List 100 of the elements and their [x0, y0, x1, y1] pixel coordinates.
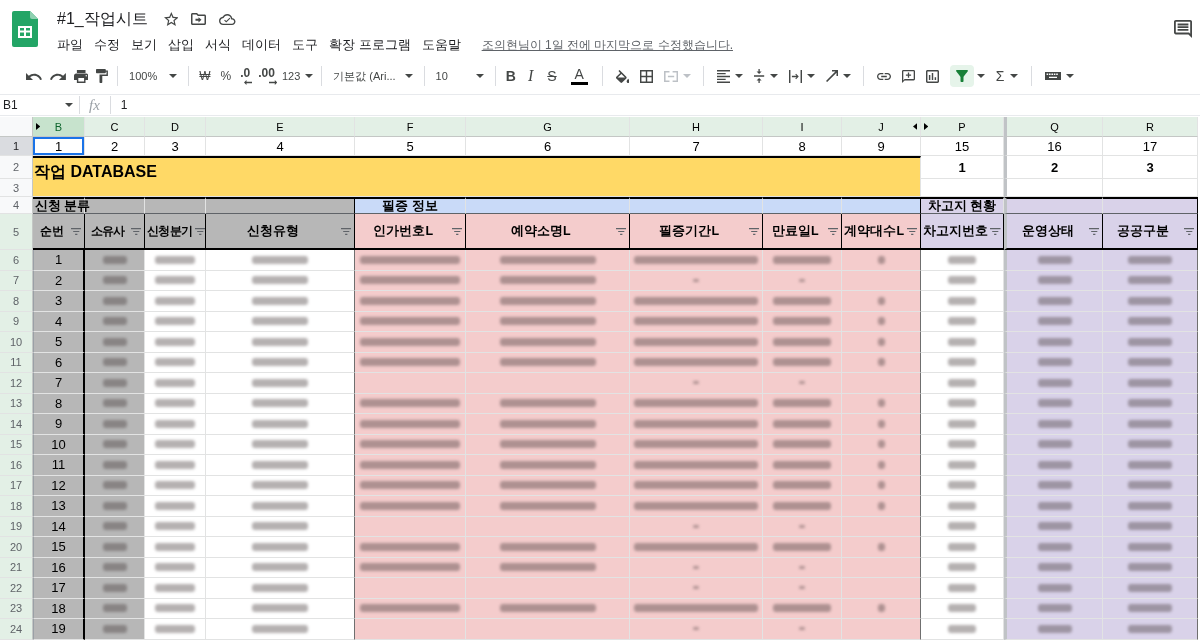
column-header[interactable]: J — [842, 117, 921, 137]
row-header[interactable]: 16 — [0, 455, 33, 476]
column-header[interactable]: H — [630, 117, 763, 137]
column-header[interactable]: Q — [1004, 117, 1103, 137]
blurred-text — [155, 460, 195, 469]
caret-icon[interactable] — [976, 74, 985, 78]
menu-item[interactable]: 파일 — [53, 34, 87, 56]
menu-item[interactable]: 보기 — [127, 34, 161, 56]
row-header[interactable]: 17 — [0, 475, 33, 496]
comment-icon[interactable] — [1174, 20, 1192, 38]
caret-icon[interactable] — [169, 74, 178, 78]
row-header[interactable]: 15 — [0, 434, 33, 455]
spreadsheet-logo-icon[interactable] — [12, 11, 38, 47]
undo-icon[interactable] — [26, 72, 42, 80]
row-header[interactable]: 14 — [0, 414, 33, 435]
row-header[interactable]: 3 — [0, 179, 33, 197]
column-header[interactable]: F — [355, 117, 466, 137]
cell-reference-field[interactable]: B1 — [0, 96, 80, 114]
row-header[interactable]: 2 — [0, 156, 33, 179]
redo-icon[interactable] — [49, 72, 66, 80]
caret-icon[interactable] — [65, 103, 73, 107]
column-header[interactable]: C — [85, 117, 145, 137]
column-header[interactable]: E — [206, 117, 355, 137]
row-header[interactable]: 24 — [0, 619, 33, 640]
menu-item[interactable]: 수정 — [90, 34, 124, 56]
grid-icon[interactable] — [640, 69, 654, 83]
row-header[interactable]: 20 — [0, 537, 33, 558]
caret-right-icon[interactable] — [35, 123, 41, 130]
caret-icon[interactable] — [475, 74, 484, 78]
font-dropdown[interactable]: 기본값 (Ari... — [327, 64, 419, 88]
caret-right-icon[interactable] — [923, 123, 929, 130]
column-header[interactable]: P — [921, 117, 1004, 137]
menu-item[interactable]: 삽입 — [164, 34, 198, 56]
text-wrap-icon[interactable] — [788, 69, 802, 83]
filter-button[interactable] — [949, 65, 974, 87]
row-header[interactable]: 11 — [0, 352, 33, 373]
column-header[interactable]: I — [763, 117, 842, 137]
caret-icon[interactable] — [842, 74, 851, 78]
caret-icon[interactable] — [735, 74, 744, 78]
column-header[interactable]: B — [33, 117, 85, 137]
row-header[interactable]: 19 — [0, 516, 33, 537]
number-format-dropdown[interactable]: 123 — [278, 64, 317, 88]
keyboard-icon[interactable] — [1045, 72, 1062, 80]
row-header[interactable]: 21 — [0, 557, 33, 578]
row-header[interactable]: 5 — [0, 214, 33, 250]
add-comment-icon[interactable] — [901, 69, 915, 83]
row-header[interactable]: 10 — [0, 332, 33, 353]
filter-icon[interactable] — [194, 227, 206, 235]
row-header[interactable]: 4 — [0, 197, 33, 214]
paint-bucket-icon[interactable] — [615, 69, 630, 83]
row-header[interactable]: 7 — [0, 270, 33, 291]
link-icon[interactable] — [876, 72, 891, 80]
column-header[interactable]: D — [145, 117, 206, 137]
functions-dropdown[interactable]: Σ — [989, 64, 1025, 88]
align-left-icon[interactable] — [717, 69, 731, 83]
row-header[interactable]: 22 — [0, 578, 33, 599]
bold-button[interactable]: B — [500, 64, 521, 88]
row-header[interactable]: 13 — [0, 393, 33, 414]
caret-icon[interactable] — [1010, 74, 1019, 78]
row-header[interactable]: 8 — [0, 291, 33, 312]
decrease-decimal-button[interactable]: .0 — [236, 64, 255, 88]
caret-icon[interactable] — [305, 74, 314, 78]
filter-icon[interactable] — [955, 70, 968, 82]
cloud-check-icon[interactable] — [219, 13, 236, 25]
row-header[interactable]: 12 — [0, 373, 33, 394]
menu-item[interactable]: 확장 프로그램 — [325, 34, 415, 56]
increase-decimal-button[interactable]: .00 — [254, 64, 279, 88]
menu-item[interactable]: 서식 — [201, 34, 235, 56]
menu-item[interactable]: 도구 — [288, 34, 322, 56]
strikethrough-button[interactable]: S — [540, 64, 564, 88]
menu-item[interactable]: 데이터 — [238, 34, 285, 56]
bar-chart-icon[interactable] — [925, 69, 939, 83]
row-header[interactable]: 9 — [0, 311, 33, 332]
folder-arrow-icon[interactable] — [191, 13, 207, 25]
font-size-dropdown[interactable]: 10 — [429, 64, 490, 88]
printer-icon[interactable] — [73, 69, 89, 83]
row-header[interactable]: 6 — [0, 250, 33, 271]
paint-roller-icon[interactable] — [96, 69, 109, 83]
italic-button[interactable]: I — [521, 64, 541, 88]
last-edit-link[interactable]: 조의현님이 1일 전에 마지막으로 수정했습니다. — [481, 36, 733, 54]
row-header[interactable]: 1 — [0, 137, 33, 156]
caret-left-icon[interactable] — [912, 123, 918, 130]
caret-icon[interactable] — [806, 74, 815, 78]
caret-icon[interactable] — [769, 74, 778, 78]
star-icon[interactable] — [163, 12, 179, 26]
row-header[interactable]: 23 — [0, 598, 33, 619]
currency-button[interactable]: ₩ — [194, 64, 216, 88]
diagonal-arrow-icon[interactable] — [825, 70, 838, 82]
text-color-button[interactable]: A — [563, 64, 595, 88]
percent-button[interactable]: % — [215, 64, 237, 88]
column-header[interactable]: G — [466, 117, 630, 137]
zoom-dropdown[interactable]: 100% — [123, 64, 184, 88]
caret-icon[interactable] — [1066, 74, 1075, 78]
formula-input-field[interactable]: 1 — [110, 98, 128, 112]
menu-item[interactable]: 도움말 — [417, 34, 465, 56]
column-header[interactable]: R — [1103, 117, 1198, 137]
row-header[interactable]: 18 — [0, 496, 33, 517]
document-title[interactable]: #1_작업시트 — [57, 8, 148, 30]
caret-icon[interactable] — [404, 74, 413, 78]
vertical-align-icon[interactable] — [754, 69, 765, 83]
